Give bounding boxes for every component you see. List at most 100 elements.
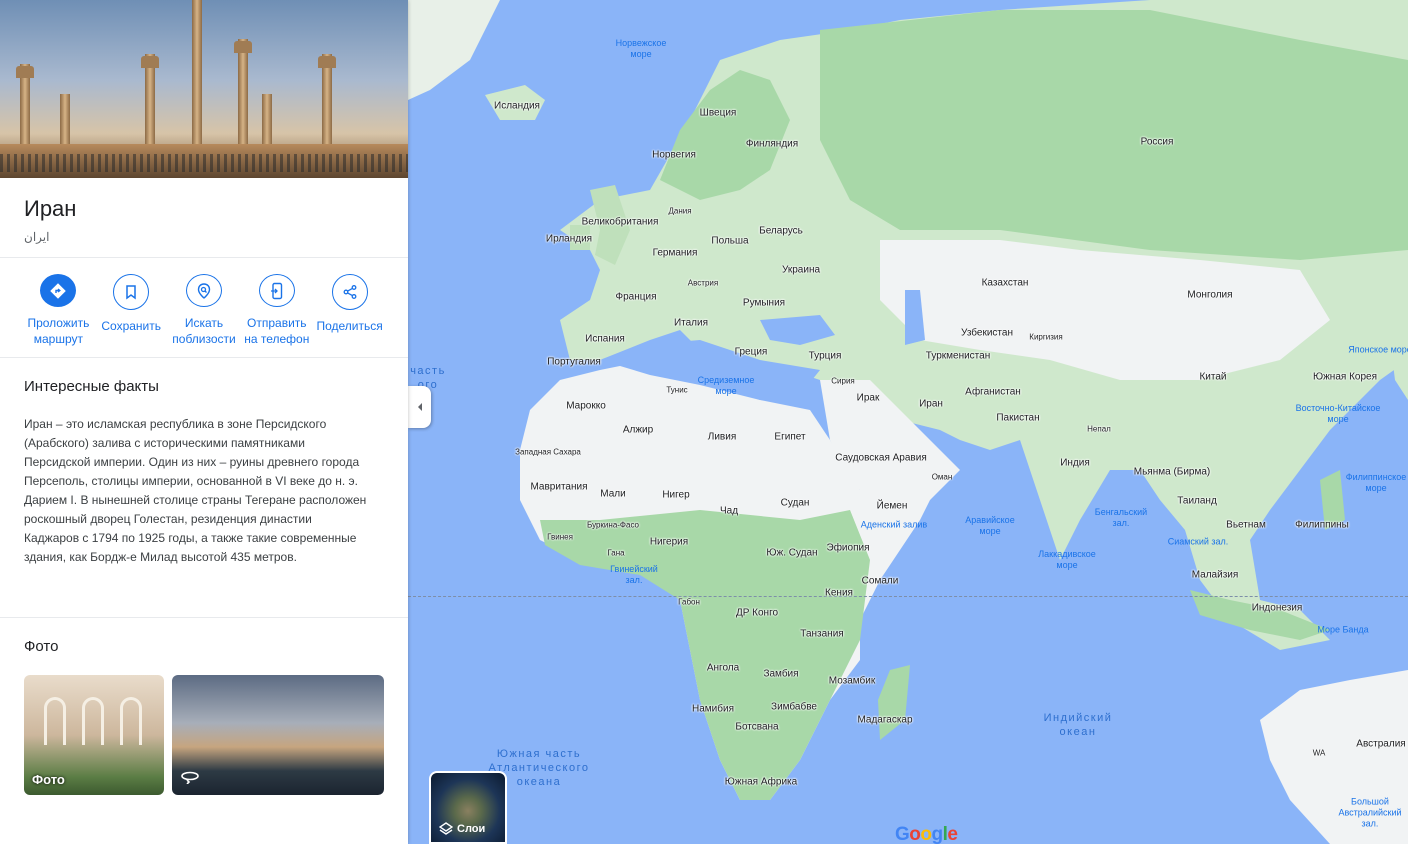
country-label[interactable]: Оман (932, 473, 953, 482)
water-body-label[interactable]: Море Банда (1317, 625, 1368, 636)
country-label[interactable]: Афганистан (965, 387, 1021, 398)
country-label[interactable]: Ирак (857, 393, 880, 404)
country-label[interactable]: Зимбабве (771, 702, 817, 713)
country-label[interactable]: Португалия (547, 357, 601, 368)
country-label[interactable]: Египет (774, 432, 805, 443)
country-label[interactable]: Греция (735, 347, 768, 358)
country-label[interactable]: Эфиопия (827, 543, 870, 554)
country-label[interactable]: Мавритания (530, 482, 587, 493)
share-icon (343, 285, 357, 299)
country-label[interactable]: Южная Корея (1313, 372, 1377, 383)
photo-360-thumbnail[interactable] (172, 675, 384, 795)
country-label[interactable]: Россия (1141, 137, 1174, 148)
country-label[interactable]: Нигерия (650, 537, 688, 548)
country-label[interactable]: Чад (720, 506, 738, 517)
country-label[interactable]: ДР Конго (736, 608, 778, 619)
country-label[interactable]: Великобритания (582, 217, 659, 228)
water-body-label[interactable]: Лаккадивское море (1038, 549, 1096, 571)
country-label[interactable]: Юж. Судан (766, 548, 817, 559)
country-label[interactable]: Румыния (743, 298, 785, 309)
country-label[interactable]: Украина (782, 265, 820, 276)
water-body-label[interactable]: Сиамский зал. (1168, 537, 1229, 548)
country-label[interactable]: Кения (825, 588, 853, 599)
country-label[interactable]: Ангола (707, 663, 739, 674)
country-label[interactable]: Австрия (688, 279, 718, 288)
country-label[interactable]: Алжир (623, 425, 653, 436)
country-label[interactable]: Ботсвана (735, 722, 778, 733)
water-body-label[interactable]: Японское море (1348, 345, 1408, 356)
country-label[interactable]: Индонезия (1252, 603, 1303, 614)
country-label[interactable]: Западная Сахара (515, 448, 581, 457)
send-to-phone-button[interactable]: Отправить на телефон (240, 274, 313, 347)
save-button[interactable]: Сохранить (95, 274, 168, 347)
share-button[interactable]: Поделиться (313, 274, 386, 347)
country-label[interactable]: Польша (711, 236, 748, 247)
country-label[interactable]: Мозамбик (829, 676, 876, 687)
country-label[interactable]: Испания (585, 334, 625, 345)
country-label[interactable]: Непал (1087, 425, 1111, 434)
country-label[interactable]: Финляндия (746, 139, 798, 150)
water-body-label[interactable]: Аденский залив (861, 520, 927, 531)
country-label[interactable]: Марокко (566, 401, 606, 412)
country-label[interactable]: Ливия (708, 432, 736, 443)
layers-button[interactable]: Слои (429, 771, 507, 844)
country-label[interactable]: Туркменистан (926, 351, 990, 362)
water-body-label[interactable]: Филиппинское море (1346, 472, 1406, 494)
country-label[interactable]: Исландия (494, 101, 540, 112)
country-label[interactable]: Франция (616, 292, 657, 303)
country-label[interactable]: Нигер (662, 490, 689, 501)
photo-thumbnail[interactable]: Фото (24, 675, 164, 795)
country-label[interactable]: Мали (600, 489, 625, 500)
country-label[interactable]: Таиланд (1177, 496, 1217, 507)
country-label[interactable]: Мадагаскар (857, 715, 912, 726)
country-label[interactable]: Танзания (800, 629, 843, 640)
country-label[interactable]: Индия (1060, 458, 1090, 469)
country-label[interactable]: Узбекистан (961, 328, 1013, 339)
country-label[interactable]: Норвегия (652, 150, 696, 161)
country-label[interactable]: Австралия (1356, 739, 1405, 750)
country-label[interactable]: Намибия (692, 704, 734, 715)
country-label[interactable]: Иран (919, 399, 943, 410)
country-label[interactable]: Габон (678, 598, 700, 607)
country-label[interactable]: Китай (1199, 372, 1226, 383)
country-label[interactable]: Германия (653, 248, 698, 259)
country-label[interactable]: Пакистан (996, 413, 1039, 424)
country-label[interactable]: Мьянма (Бирма) (1134, 467, 1211, 478)
water-body-label[interactable]: Норвежское море (616, 38, 667, 60)
directions-button[interactable]: Проложить маршрут (22, 274, 95, 347)
country-label[interactable]: Швеция (700, 108, 737, 119)
country-label[interactable]: Турция (809, 351, 842, 362)
water-body-label[interactable]: Гвинейский зал. (610, 564, 658, 586)
country-label[interactable]: WA (1313, 749, 1326, 758)
country-label[interactable]: Гана (607, 549, 624, 558)
country-label[interactable]: Киргизия (1029, 333, 1062, 342)
water-body-label[interactable]: Средиземное море (698, 375, 755, 397)
hero-photo[interactable] (0, 0, 408, 178)
country-label[interactable]: Судан (781, 498, 810, 509)
collapse-panel-button[interactable] (408, 386, 431, 428)
country-label[interactable]: Филиппины (1295, 520, 1349, 531)
country-label[interactable]: Италия (674, 318, 708, 329)
nearby-button[interactable]: Искать поблизости (168, 274, 241, 347)
water-body-label[interactable]: Аравийское море (965, 515, 1014, 537)
country-label[interactable]: Казахстан (982, 278, 1029, 289)
country-label[interactable]: Гвинея (547, 533, 573, 542)
country-label[interactable]: Дания (668, 207, 691, 216)
country-label[interactable]: Вьетнам (1226, 520, 1266, 531)
water-body-label[interactable]: Бенгальский зал. (1095, 507, 1147, 529)
country-label[interactable]: Буркина-Фасо (587, 521, 639, 530)
country-label[interactable]: Замбия (763, 669, 798, 680)
country-label[interactable]: Тунис (666, 386, 687, 395)
country-label[interactable]: Саудовская Аравия (835, 453, 927, 464)
water-body-label[interactable]: Большой Австралийский зал. (1338, 797, 1401, 830)
country-label[interactable]: Сирия (831, 377, 855, 386)
country-label[interactable]: Сомали (862, 576, 899, 587)
water-body-label[interactable]: Восточно-Китайское море (1296, 403, 1381, 425)
country-label[interactable]: Малайзия (1192, 570, 1239, 581)
country-label[interactable]: Южная Африка (725, 777, 797, 788)
country-label[interactable]: Монголия (1187, 290, 1232, 301)
country-label[interactable]: Беларусь (759, 226, 803, 237)
country-label[interactable]: Ирландия (546, 234, 592, 245)
country-label[interactable]: Йемен (877, 501, 908, 512)
ocean-label[interactable]: Индийский океан (1044, 711, 1113, 739)
